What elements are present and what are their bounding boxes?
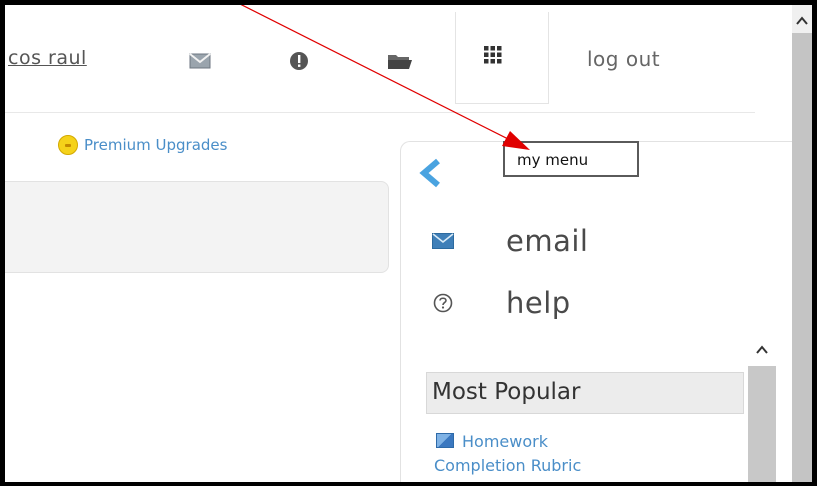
- header-divider: [5, 112, 755, 113]
- menu-item-help[interactable]: help: [432, 286, 571, 320]
- logout-link[interactable]: log out: [587, 47, 660, 71]
- scroll-up-arrow-icon[interactable]: [755, 342, 769, 356]
- rubric-icon: [436, 433, 454, 448]
- most-popular-heading: Most Popular: [426, 372, 744, 414]
- mail-icon: [432, 233, 454, 249]
- content-panel: [5, 181, 389, 273]
- premium-upgrades-link[interactable]: Premium Upgrades: [58, 135, 227, 155]
- grid-menu-icon: [484, 46, 502, 68]
- page-scrollbar-thumb[interactable]: [792, 33, 812, 482]
- user-name-link[interactable]: cos raul: [8, 47, 87, 69]
- menu-item-email-label: email: [506, 224, 589, 258]
- my-menu-button[interactable]: [455, 12, 549, 104]
- back-chevron-icon[interactable]: [418, 158, 444, 188]
- page-scrollbar[interactable]: [792, 5, 812, 482]
- folder-icon[interactable]: [383, 44, 417, 78]
- panel-scrollbar[interactable]: [748, 336, 776, 486]
- help-icon: [432, 292, 454, 314]
- my-menu-tooltip: my menu: [503, 141, 639, 177]
- page-scroll-up-arrow-icon[interactable]: [796, 12, 808, 25]
- coin-icon: [58, 135, 78, 155]
- premium-upgrades-label: Premium Upgrades: [84, 136, 228, 154]
- alert-icon[interactable]: [282, 44, 316, 78]
- mail-icon[interactable]: [183, 44, 217, 78]
- menu-item-help-label: help: [506, 286, 571, 320]
- homework-rubric-link-line2[interactable]: Completion Rubric: [434, 456, 581, 475]
- menu-item-email[interactable]: email: [432, 224, 588, 258]
- homework-rubric-link[interactable]: Homework: [462, 432, 548, 451]
- panel-scrollbar-thumb[interactable]: [748, 366, 776, 486]
